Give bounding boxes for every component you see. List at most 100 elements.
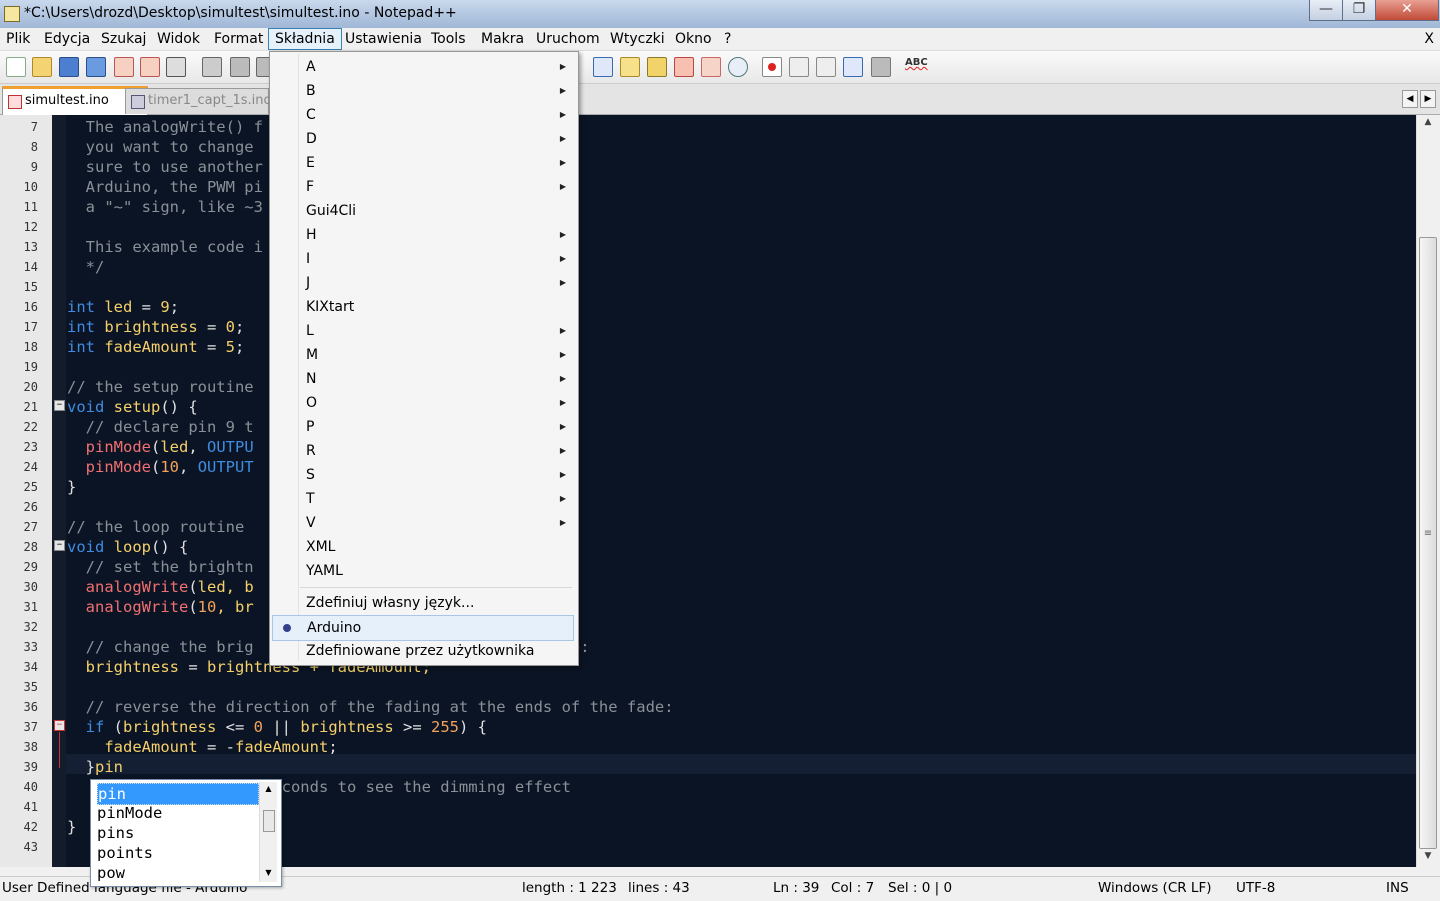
tab-timer1-capt[interactable]: timer1_capt_1s.ino: [125, 88, 271, 114]
submenu-arrow-icon: ▶: [559, 350, 566, 359]
menu-item-n[interactable]: N ▶: [272, 367, 574, 391]
autocomplete-item[interactable]: pow: [97, 863, 257, 883]
fold-toggle-icon[interactable]: −: [54, 720, 65, 731]
menu-item-j[interactable]: J ▶: [272, 271, 574, 295]
menu-uruchom[interactable]: Uruchom: [530, 28, 606, 50]
menu-item-label: T: [306, 491, 315, 507]
save-macro-icon[interactable]: [871, 57, 891, 77]
scrollbar-thumb[interactable]: ≡: [1419, 237, 1437, 849]
line-number: 20: [23, 380, 38, 394]
menu-item-m[interactable]: M ▶: [272, 343, 574, 367]
print-icon[interactable]: [166, 57, 186, 77]
ac-scroll-up-icon[interactable]: ▲: [260, 784, 277, 793]
scroll-down-icon[interactable]: ▼: [1420, 851, 1436, 865]
autocomplete-item[interactable]: pins: [97, 823, 257, 843]
autocomplete-item[interactable]: pin: [97, 783, 259, 805]
menu-skladnia[interactable]: Składnia: [268, 28, 342, 50]
close-window-button[interactable]: ✕: [1375, 0, 1439, 21]
menu-item-t[interactable]: T ▶: [272, 487, 574, 511]
spellcheck-icon[interactable]: ABC: [905, 57, 929, 75]
menu-item-p[interactable]: P ▶: [272, 415, 574, 439]
menu-item-xml[interactable]: XML: [272, 535, 574, 559]
menu-ustawienia[interactable]: Ustawienia: [339, 28, 428, 50]
menu-item-f[interactable]: F ▶: [272, 175, 574, 199]
code-token: =: [141, 298, 161, 316]
copy-icon[interactable]: [230, 57, 250, 77]
ac-scroll-down-icon[interactable]: ▼: [260, 868, 277, 877]
menu-item-l[interactable]: L ▶: [272, 319, 574, 343]
code-token: pinMode: [67, 458, 151, 476]
submenu-arrow-icon: ▶: [559, 230, 566, 239]
menu-item-define-language[interactable]: Zdefiniuj własny język...: [272, 591, 574, 615]
menu-okno[interactable]: Okno: [669, 28, 718, 50]
menu-item-v[interactable]: V ▶: [272, 511, 574, 535]
maximize-button[interactable]: ❐: [1342, 0, 1376, 21]
line-number: 33: [23, 640, 38, 654]
menu-item-kixtart[interactable]: KIXtart: [272, 295, 574, 319]
code-token: >=: [402, 718, 431, 736]
code-line: pinMode(led, OUTPU: [67, 437, 254, 457]
submenu-arrow-icon: ▶: [559, 278, 566, 287]
menu-item-arduino[interactable]: Arduino: [272, 615, 574, 641]
menu-plik[interactable]: Plik: [0, 28, 36, 50]
folder-icon[interactable]: [701, 57, 721, 77]
indent-guide-icon[interactable]: [593, 57, 613, 77]
autocomplete-item[interactable]: pinMode: [97, 803, 257, 823]
menu-wtyczki[interactable]: Wtyczki: [604, 28, 671, 50]
monitoring-eye-icon[interactable]: [728, 57, 748, 77]
stop-macro-icon[interactable]: [789, 57, 809, 77]
menu-szukaj[interactable]: Szukaj: [95, 28, 152, 50]
line-number: 13: [23, 240, 38, 254]
menu-item-user-defined[interactable]: Zdefiniowane przez użytkownika: [272, 639, 574, 663]
menu-item-a[interactable]: A ▶: [272, 55, 574, 79]
line-number: 42: [23, 820, 38, 834]
code-token: () {: [160, 398, 198, 416]
menu-item-o[interactable]: O ▶: [272, 391, 574, 415]
close-all-icon[interactable]: [140, 57, 160, 77]
open-file-icon[interactable]: [32, 57, 52, 77]
new-file-icon[interactable]: [6, 57, 26, 77]
menu-item-d[interactable]: D ▶: [272, 127, 574, 151]
function-list-icon[interactable]: [674, 57, 694, 77]
autocomplete-item[interactable]: points: [97, 843, 257, 863]
menu-item-e[interactable]: E ▶: [272, 151, 574, 175]
close-file-icon[interactable]: [114, 57, 134, 77]
minimize-button[interactable]: —: [1309, 0, 1343, 21]
vertical-scrollbar[interactable]: ▲ ≡ ▼: [1416, 115, 1439, 867]
document-map-icon[interactable]: [647, 57, 667, 77]
menu-item-s[interactable]: S ▶: [272, 463, 574, 487]
menu-help[interactable]: ?: [718, 28, 737, 50]
ac-scroll-thumb[interactable]: [263, 810, 275, 832]
code-editor[interactable]: 7 8 9 10 11 12 13 14 15 16 17 18 19 20 21 22 23 24 25 26 27 2…: [0, 115, 1416, 867]
menu-item-r[interactable]: R ▶: [272, 439, 574, 463]
run-macro-multiple-icon[interactable]: [843, 57, 863, 77]
menu-item-yaml[interactable]: YAML: [272, 559, 574, 583]
menu-tools[interactable]: Tools: [425, 28, 472, 50]
folder-as-workspace-icon[interactable]: [620, 57, 640, 77]
scroll-up-icon[interactable]: ▲: [1420, 117, 1436, 131]
menu-item-c[interactable]: C ▶: [272, 103, 574, 127]
line-number: 16: [23, 300, 38, 314]
tab-bar: simultest.ino x timer1_capt_1s.ino ◀ ▶: [0, 84, 1440, 131]
fold-toggle-icon[interactable]: −: [54, 540, 65, 551]
code-token: brightness: [123, 718, 226, 736]
menu-edycja[interactable]: Edycja: [38, 28, 96, 50]
menu-item-b[interactable]: B ▶: [272, 79, 574, 103]
menu-makra[interactable]: Makra: [475, 28, 530, 50]
save-all-icon[interactable]: [86, 57, 106, 77]
menu-item-h[interactable]: H ▶: [272, 223, 574, 247]
record-macro-icon[interactable]: [762, 57, 782, 77]
autocomplete-scrollbar[interactable]: ▲ ▼: [259, 782, 277, 882]
menu-item-gui4cli[interactable]: Gui4Cli: [272, 199, 574, 223]
save-icon[interactable]: [59, 57, 79, 77]
fold-toggle-icon[interactable]: −: [54, 400, 65, 411]
cut-icon[interactable]: [202, 57, 222, 77]
menu-item-i[interactable]: I ▶: [272, 247, 574, 271]
menu-format[interactable]: Format: [208, 28, 269, 50]
tab-scroll-left-icon[interactable]: ◀: [1402, 90, 1418, 108]
close-document-icon[interactable]: X: [1424, 28, 1434, 50]
menu-widok[interactable]: Widok: [151, 28, 206, 50]
line-number: 26: [23, 500, 38, 514]
play-macro-icon[interactable]: [816, 57, 836, 77]
tab-scroll-right-icon[interactable]: ▶: [1420, 90, 1436, 108]
